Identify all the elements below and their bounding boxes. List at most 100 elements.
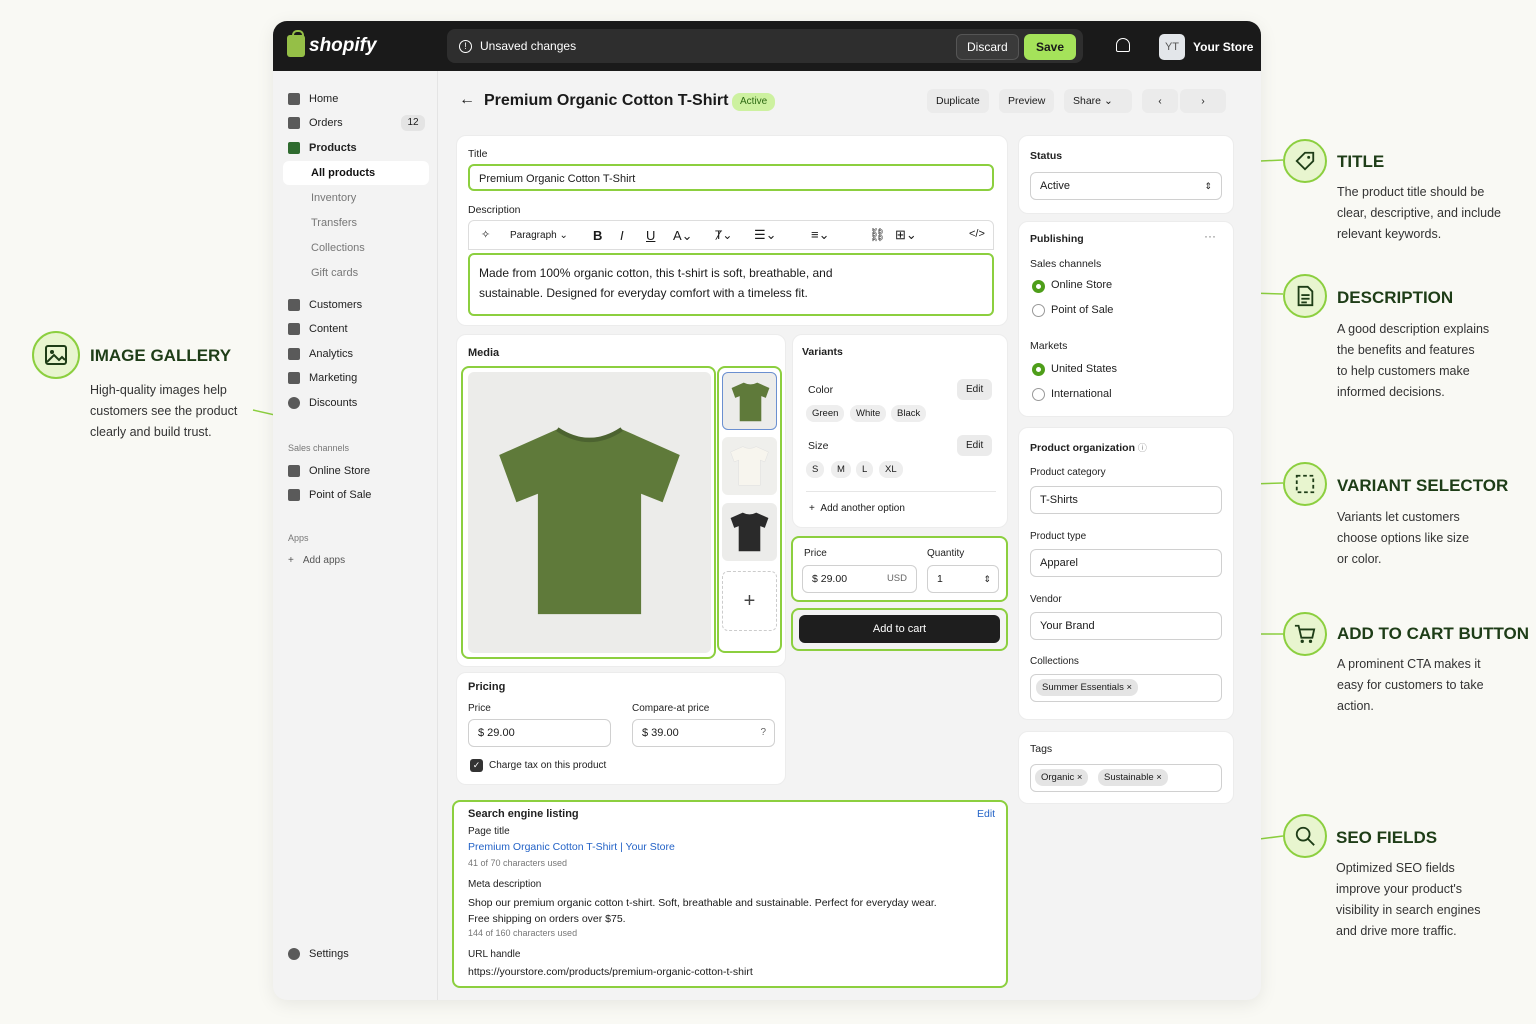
size-option-s[interactable]: S xyxy=(806,461,825,478)
previous-product-button[interactable]: ‹ xyxy=(1142,89,1178,113)
collection-tag[interactable]: Summer Essentials × xyxy=(1036,679,1139,696)
sidebar-item-transfers[interactable]: Transfers xyxy=(311,217,357,229)
close-icon[interactable]: × xyxy=(1156,772,1162,783)
thumbnail-white[interactable] xyxy=(722,437,777,495)
add-to-cart-button[interactable]: Add to cart xyxy=(799,615,1000,643)
next-product-button[interactable]: › xyxy=(1180,89,1226,113)
add-media-button[interactable]: + xyxy=(722,571,777,631)
vendor-input[interactable]: Your Brand xyxy=(1030,612,1222,640)
sidebar-item-all-products[interactable]: All products xyxy=(283,161,429,185)
sales-channels-heading: Sales channels xyxy=(288,443,350,453)
type-label: Product type xyxy=(1030,531,1087,542)
annotation-line: A prominent CTA makes it xyxy=(1337,657,1481,671)
main-product-image[interactable] xyxy=(468,372,711,653)
add-option-button[interactable]: + Add another option xyxy=(809,503,905,514)
tax-checkbox[interactable]: ✓ xyxy=(470,759,483,772)
code-icon[interactable]: </> xyxy=(969,228,985,240)
compare-price-input[interactable]: $ 39.00? xyxy=(632,719,775,747)
close-icon[interactable]: × xyxy=(1126,682,1132,693)
annotation-line: choose options like size xyxy=(1337,531,1470,545)
description-editor[interactable]: Made from 100% organic cotton, this t-sh… xyxy=(468,253,994,316)
price-value: $ 29.00 xyxy=(812,573,848,585)
preview-button[interactable]: Preview xyxy=(999,89,1055,113)
color-option-black[interactable]: Black xyxy=(891,405,927,422)
sidebar-item-online-store[interactable]: Online Store xyxy=(288,460,370,482)
sidebar-item-marketing[interactable]: Marketing xyxy=(288,367,357,389)
annotation-line: Variants let customers xyxy=(1337,510,1460,524)
price-input[interactable]: $ 29.00 xyxy=(468,719,611,747)
orders-count-badge: 12 xyxy=(401,115,425,131)
color-option-green[interactable]: Green xyxy=(806,405,845,422)
bold-icon[interactable]: B xyxy=(593,228,602,243)
sidebar-item-products[interactable]: Products xyxy=(288,137,357,159)
store-name[interactable]: Your Store xyxy=(1193,40,1253,54)
edit-color-button[interactable]: Edit xyxy=(957,379,993,400)
sidebar-item-orders[interactable]: Orders xyxy=(288,112,343,134)
tag-icon xyxy=(288,142,300,154)
sidebar-item-collections[interactable]: Collections xyxy=(311,242,365,254)
magic-icon[interactable]: ✧ xyxy=(481,228,490,241)
stepper-icon[interactable]: ⇕ xyxy=(983,566,991,592)
shopify-logo[interactable]: shopify xyxy=(287,30,377,57)
paragraph-select[interactable]: Paragraph ⌄ xyxy=(510,230,568,241)
clear-format-icon[interactable]: Ⱦ⌄ xyxy=(715,228,732,242)
variant-annotation-title: VARIANT SELECTOR xyxy=(1337,476,1509,495)
text-color-icon[interactable]: A⌄ xyxy=(673,228,693,244)
international-radio[interactable] xyxy=(1032,388,1045,401)
sidebar-item-home[interactable]: Home xyxy=(288,88,338,110)
cart-annotation-circle xyxy=(1283,612,1327,656)
help-icon[interactable]: ? xyxy=(760,720,766,746)
size-option-l[interactable]: L xyxy=(856,461,874,478)
tag-sustainable[interactable]: Sustainable × xyxy=(1098,769,1168,786)
title-annotation-body: The product title should be clear, descri… xyxy=(1337,182,1501,245)
seo-edit-link[interactable]: Edit xyxy=(977,808,995,820)
thumbnail-green[interactable] xyxy=(722,372,777,430)
align-icon[interactable]: ≡⌄ xyxy=(811,227,829,243)
title-input[interactable]: Premium Organic Cotton T-Shirt xyxy=(468,164,994,191)
link-icon[interactable]: ⛓ xyxy=(869,227,886,243)
color-option-white[interactable]: White xyxy=(850,405,887,422)
table-icon[interactable]: ⊞⌄ xyxy=(895,227,917,243)
underline-icon[interactable]: U xyxy=(646,228,655,243)
chevron-down-icon: ⌄ xyxy=(1103,95,1113,107)
status-select[interactable]: Active ⇕ xyxy=(1030,172,1222,200)
sidebar-item-settings[interactable]: Settings xyxy=(288,943,349,965)
help-icon[interactable]: ⓘ xyxy=(1138,443,1147,453)
save-button[interactable]: Save xyxy=(1024,34,1077,60)
sidebar-item-gift-cards[interactable]: Gift cards xyxy=(311,267,358,279)
online-store-radio[interactable] xyxy=(1032,280,1045,293)
bell-icon[interactable] xyxy=(1116,38,1130,52)
thumbnail-black[interactable] xyxy=(722,503,777,561)
list-icon[interactable]: ☰⌄ xyxy=(754,227,777,243)
sidebar-item-discounts[interactable]: Discounts xyxy=(288,392,357,414)
close-icon[interactable]: × xyxy=(1077,772,1083,783)
share-button[interactable]: Share ⌄ xyxy=(1064,89,1132,113)
annotation-line: to help customers make xyxy=(1337,364,1470,378)
sidebar-item-inventory[interactable]: Inventory xyxy=(311,192,356,204)
back-arrow-icon[interactable]: ← xyxy=(459,91,475,109)
add-apps-link[interactable]: + Add apps xyxy=(288,549,345,571)
edit-size-button[interactable]: Edit xyxy=(957,435,993,456)
italic-icon[interactable]: I xyxy=(620,228,624,243)
sidebar-item-point-of-sale[interactable]: Point of Sale xyxy=(288,484,371,506)
category-input[interactable]: T-Shirts xyxy=(1030,486,1222,514)
org-label: Product organization ⓘ xyxy=(1030,441,1147,454)
annotation-line: improve your product's xyxy=(1336,882,1463,896)
more-options-icon[interactable]: ··· xyxy=(1204,229,1216,243)
duplicate-button[interactable]: Duplicate xyxy=(927,89,989,113)
united-states-radio[interactable] xyxy=(1032,363,1045,376)
size-option-xl[interactable]: XL xyxy=(879,461,903,478)
seo-title-link[interactable]: Premium Organic Cotton T-Shirt | Your St… xyxy=(468,841,675,853)
quantity-stepper[interactable]: 1 ⇕ xyxy=(927,565,999,593)
annotation-line: A good description explains xyxy=(1337,322,1490,336)
variant-price-input[interactable]: $ 29.00 USD xyxy=(802,565,917,593)
tag-organic[interactable]: Organic × xyxy=(1035,769,1089,786)
discard-button[interactable]: Discard xyxy=(956,34,1019,60)
type-input[interactable]: Apparel xyxy=(1030,549,1222,577)
sidebar-item-content[interactable]: Content xyxy=(288,318,348,340)
pos-radio[interactable] xyxy=(1032,304,1045,317)
sidebar-item-customers[interactable]: Customers xyxy=(288,294,362,316)
sidebar-item-analytics[interactable]: Analytics xyxy=(288,343,353,365)
avatar[interactable]: YT xyxy=(1159,34,1185,60)
size-option-m[interactable]: M xyxy=(831,461,851,478)
